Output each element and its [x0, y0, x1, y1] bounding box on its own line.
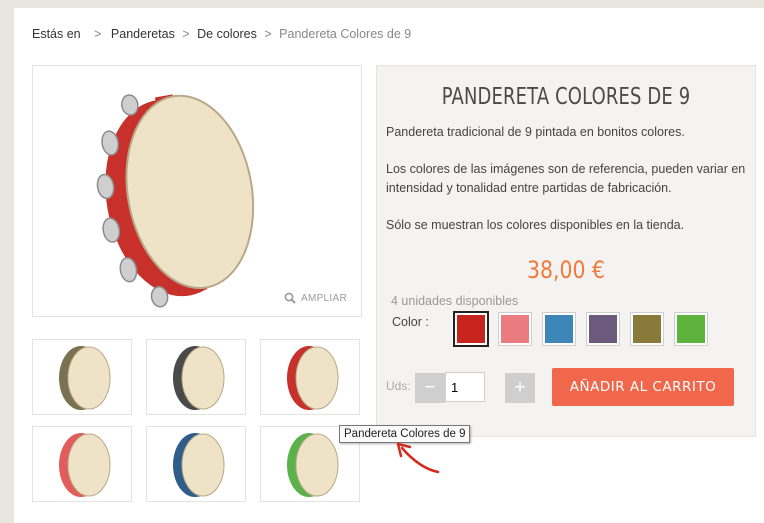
color-swatch-blue[interactable] [543, 313, 575, 345]
product-info-panel: PANDERETA COLORES DE 9 Pandereta tradici… [376, 65, 756, 437]
tambourine-main-image [96, 94, 255, 308]
breadcrumb-separator: > [264, 27, 272, 41]
breadcrumb-separator: > [182, 27, 190, 41]
stock-availability: 4 unidades disponibles [391, 294, 519, 308]
thumbnail[interactable] [32, 426, 132, 502]
breadcrumb-current: Pandereta Colores de 9 [279, 27, 412, 41]
red-arrow-annotation [396, 442, 440, 474]
description-paragraph: Sólo se muestran los colores disponibles… [386, 217, 685, 232]
breadcrumb-de-colores[interactable]: De colores [197, 27, 257, 41]
breadcrumb-home[interactable]: Estás en [32, 27, 81, 41]
add-to-cart-button[interactable]: AÑADIR AL CARRITO [552, 368, 734, 406]
breadcrumb-separator: > [94, 27, 102, 41]
color-swatch-red[interactable] [455, 313, 487, 345]
color-label: Color : [392, 315, 429, 329]
breadcrumb-panderetas[interactable]: Panderetas [111, 27, 175, 41]
color-swatch-purple[interactable] [587, 313, 619, 345]
quantity-increase-button[interactable]: + [505, 373, 535, 403]
thumbnail[interactable] [146, 426, 246, 502]
description-paragraph: Pandereta tradicional de 9 pintada en bo… [386, 125, 685, 139]
main-product-image[interactable]: AMPLIAR [32, 65, 362, 317]
page: Estás en > Panderetas > De colores > Pan… [14, 8, 764, 523]
thumbnail[interactable] [146, 339, 246, 415]
quantity-input[interactable] [445, 372, 485, 402]
color-swatch-olive[interactable] [631, 313, 663, 345]
color-swatch-pink[interactable] [499, 313, 531, 345]
color-swatch-green[interactable] [675, 313, 707, 345]
magnifier-icon [284, 292, 296, 304]
quantity-decrease-button[interactable]: − [415, 373, 445, 403]
product-price: 38,00 € [527, 256, 605, 284]
product-description: Pandereta tradicional de 9 pintada en bo… [386, 123, 746, 253]
thumbnail[interactable] [32, 339, 132, 415]
zoom-label: AMPLIAR [300, 292, 347, 304]
thumbnail[interactable] [260, 339, 360, 415]
product-title: PANDERETA COLORES DE 9 [441, 84, 691, 110]
breadcrumb: Estás en > Panderetas > De colores > Pan… [32, 27, 411, 41]
description-paragraph: Los colores de las imágenes son de refer… [386, 162, 746, 195]
zoom-button[interactable]: AMPLIAR [284, 292, 347, 304]
quantity-label: Uds: [386, 379, 411, 393]
